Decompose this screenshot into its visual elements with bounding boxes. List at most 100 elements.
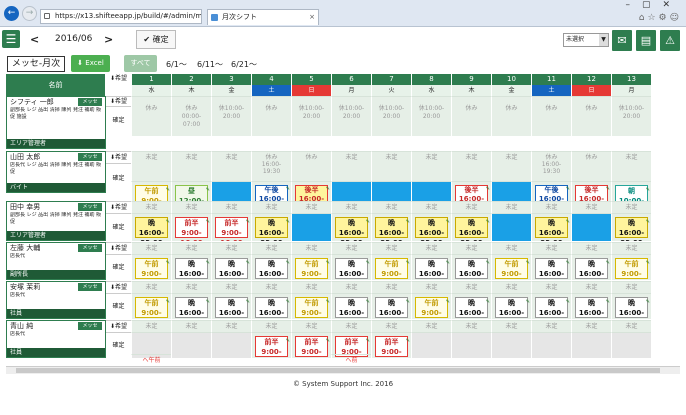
shift-cell[interactable]: 晩16:00- 23:00✎ (451, 293, 491, 319)
wish-cell[interactable]: 未定 (531, 242, 571, 254)
message-button[interactable]: メッセ (78, 244, 102, 252)
wish-cell[interactable]: 未定 (251, 201, 291, 213)
pencil-icon[interactable]: ✎ (406, 297, 410, 307)
shift-cell[interactable]: 晩16:00- 23:00✎ (331, 293, 371, 319)
wish-cell[interactable]: 未定 (291, 320, 331, 332)
browser-tab[interactable]: 月次シフト × (207, 9, 319, 25)
wish-cell[interactable]: 未定 (531, 320, 571, 332)
shift-badge[interactable]: 晩16:00- 23:00✎ (215, 258, 250, 279)
day-header[interactable]: 6月 (331, 74, 371, 96)
all-weeks-button[interactable]: すべて (124, 55, 157, 72)
shift-badge[interactable]: 晩16:00- 23:00✎ (175, 297, 210, 318)
wish-cell[interactable]: 未定 (371, 281, 411, 293)
shift-badge[interactable]: 晩16:00- 23:00✎ (335, 217, 370, 241)
wish-cell[interactable]: 未定 (611, 201, 651, 213)
scrollbar-thumb[interactable] (16, 368, 660, 373)
menu-icon[interactable]: ☰ (2, 30, 20, 48)
wish-cell[interactable]: 未定 (131, 201, 171, 213)
shift-cell[interactable]: 午前9:00- 12:30 ✎ (611, 254, 651, 280)
shift-cell[interactable] (611, 332, 651, 358)
pencil-icon[interactable]: ✎ (246, 217, 250, 227)
kibou-column-header[interactable]: ⬇希望 (106, 74, 131, 96)
wish-cell[interactable]: 未定 (411, 201, 451, 213)
shift-badge[interactable]: 晩16:00- 23:00✎ (135, 217, 170, 241)
shift-badge[interactable]: 晩16:00- 23:00✎ (375, 217, 410, 241)
shift-badge[interactable]: 午前9:00- 12:30 ✎ (295, 258, 330, 279)
shift-badge[interactable]: 晩16:00- 23:00✎ (535, 258, 570, 279)
day-header[interactable]: 7火 (371, 74, 411, 96)
shift-cell[interactable]: 晩16:00- 23:00✎ (531, 213, 571, 241)
pencil-icon[interactable]: ✎ (446, 217, 450, 227)
shift-cell[interactable]: 午前9:00- 12:30 ✎ (131, 293, 171, 319)
day-header[interactable]: 2木 (171, 74, 211, 96)
pencil-icon[interactable]: ✎ (486, 185, 490, 194)
shift-badge[interactable]: 晩16:00- 23:00✎ (255, 297, 290, 318)
prev-month-button[interactable]: < (30, 33, 39, 46)
shift-cell[interactable] (451, 332, 491, 358)
shift-cell[interactable]: 晩16:00- 23:00✎ (251, 293, 291, 319)
shift-cell[interactable]: 晩16:00- 23:00✎ (531, 254, 571, 280)
mail-icon[interactable]: ✉ (612, 30, 632, 51)
pencil-icon[interactable]: ✎ (606, 297, 610, 307)
week-link-3[interactable]: 6/21〜 (231, 59, 257, 70)
wish-cell[interactable]: 未定 (291, 281, 331, 293)
shift-badge[interactable]: 晩16:00- 23:00✎ (455, 217, 490, 241)
shift-cell[interactable] (491, 332, 531, 358)
wish-cell[interactable]: 未定 (331, 242, 371, 254)
wish-cell[interactable]: 未定 (611, 242, 651, 254)
wish-cell[interactable]: 未定 (371, 242, 411, 254)
shift-cell[interactable] (491, 213, 531, 241)
pencil-icon[interactable]: ✎ (406, 336, 410, 346)
shift-badge[interactable]: 晩16:00- 23:00✎ (615, 217, 650, 241)
pencil-icon[interactable]: ✎ (166, 297, 170, 307)
shift-badge[interactable]: 晩16:00- 23:00✎ (255, 217, 290, 241)
close-tab-icon[interactable]: × (309, 10, 315, 25)
message-button[interactable]: メッセ (78, 98, 102, 106)
shift-cell[interactable]: 晩16:00- 23:00✎ (331, 254, 371, 280)
message-button[interactable]: メッセ (78, 283, 102, 291)
wish-cell[interactable]: 休み (531, 96, 571, 136)
day-header[interactable]: 10 金 (491, 74, 531, 96)
pencil-icon[interactable]: ✎ (286, 217, 290, 227)
shift-cell[interactable] (571, 332, 611, 358)
shift-cell[interactable]: 晩16:00- 23:00✎ (411, 213, 451, 241)
pencil-icon[interactable]: ✎ (246, 258, 250, 268)
pencil-icon[interactable]: ✎ (446, 258, 450, 268)
wish-cell[interactable]: 未定 (371, 151, 411, 181)
wish-cell[interactable]: 未定 (291, 242, 331, 254)
day-header[interactable]: 1水 (131, 74, 171, 96)
message-button[interactable]: メッセ (78, 322, 102, 330)
document-icon[interactable]: ▤ (636, 30, 656, 51)
shift-badge[interactable]: 晩16:00- 23:00✎ (575, 297, 610, 318)
shift-badge[interactable]: 晩16:00- 23:00✎ (615, 297, 650, 318)
pencil-icon[interactable]: ✎ (486, 297, 490, 307)
shift-cell[interactable] (411, 332, 451, 358)
wish-cell[interactable]: 未定 (371, 201, 411, 213)
shift-badge[interactable]: 晩16:00- 23:00✎ (255, 258, 290, 279)
wish-cell[interactable]: 未定 (491, 242, 531, 254)
pencil-icon[interactable]: ✎ (166, 185, 170, 195)
wish-cell[interactable]: 未定 (251, 281, 291, 293)
wish-cell[interactable]: 未定 (451, 320, 491, 332)
shift-badge[interactable]: 午前9:00- 12:30 ✎ (295, 297, 330, 318)
wish-cell[interactable]: 未定 (251, 320, 291, 332)
wish-cell[interactable]: 未定 (211, 201, 251, 213)
pencil-icon[interactable]: ✎ (246, 297, 250, 307)
wish-cell[interactable]: 未定 (611, 151, 651, 181)
shift-cell[interactable]: 晩16:00- 23:00✎ (451, 254, 491, 280)
shift-badge[interactable]: 午前9:00- 12:30 ✎ (375, 258, 410, 279)
pencil-icon[interactable]: ✎ (206, 217, 210, 227)
wish-cell[interactable]: 未定 (171, 281, 211, 293)
pencil-icon[interactable]: ✎ (526, 297, 530, 307)
pencil-icon[interactable]: ✎ (526, 258, 530, 268)
shift-badge[interactable]: 晩16:00- 23:00✎ (455, 297, 490, 318)
shift-badge[interactable]: 午前9:00- 12:30 ✎ (615, 258, 650, 279)
shift-cell[interactable]: 前半9:00- 16:00 ✎ (211, 213, 251, 241)
wish-cell[interactable]: 未定 (571, 242, 611, 254)
shift-cell[interactable]: 晩16:00- 23:00✎ (571, 254, 611, 280)
pencil-icon[interactable]: ✎ (406, 258, 410, 268)
shift-cell[interactable]: 晩16:00- 23:00✎ (251, 254, 291, 280)
wish-cell[interactable]: 未定 (451, 201, 491, 213)
shift-badge[interactable]: 前半9:00- 16:00 ✎ (375, 336, 410, 357)
shift-cell[interactable]: 前半9:00- 16:00 ✎ (171, 213, 211, 241)
